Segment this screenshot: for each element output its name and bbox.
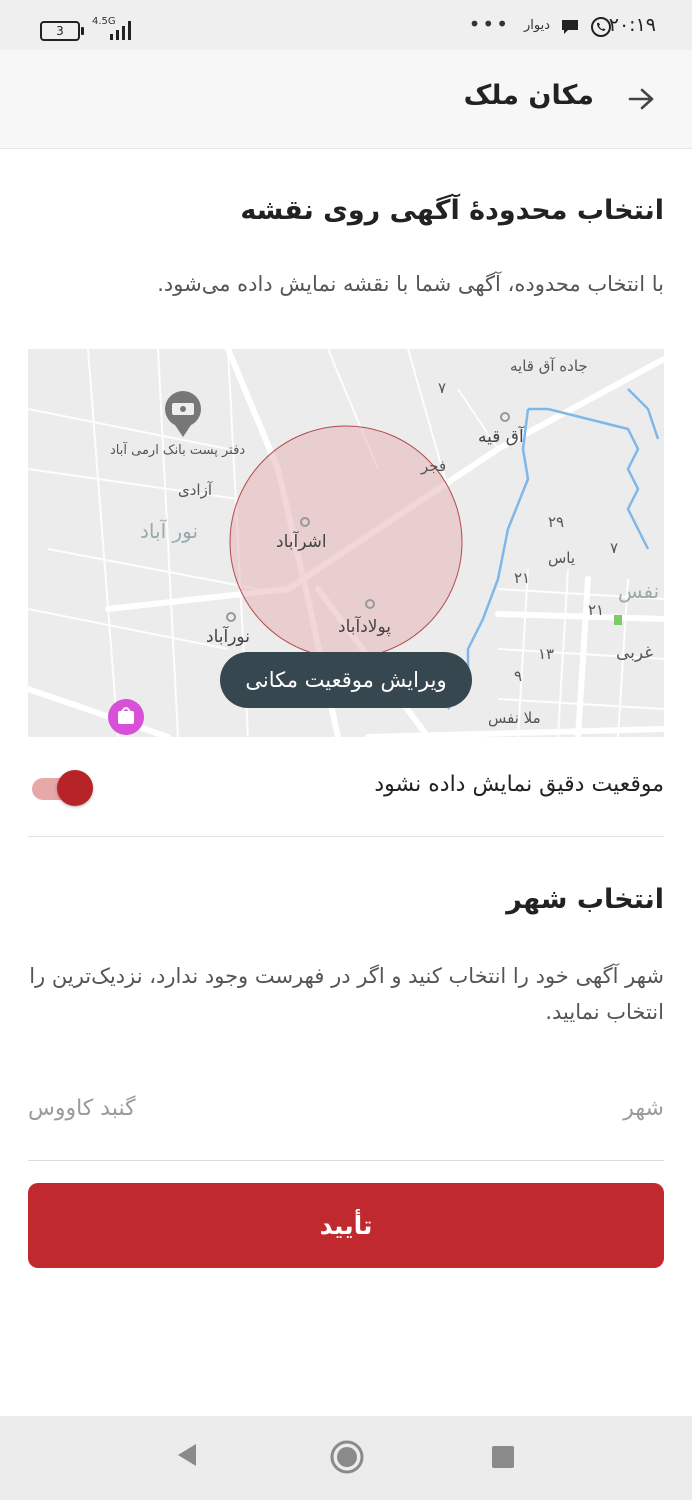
map-label-number: ۲۱ xyxy=(588,601,605,619)
edit-location-button[interactable]: ویرایش موقعیت مکانی xyxy=(220,652,472,708)
shopping-pin-icon xyxy=(108,699,144,735)
page-title: مکان ملک xyxy=(463,80,594,111)
map-label-aghghaye: آق قیه xyxy=(478,427,524,447)
back-arrow-icon[interactable] xyxy=(626,86,656,112)
more-notifications-icon: ••• xyxy=(468,12,510,36)
status-time: ۲۰:۱۹ xyxy=(608,14,656,36)
message-icon xyxy=(562,20,578,34)
map-label-number: ۱۳ xyxy=(538,645,555,663)
area-section-title: انتخاب محدودهٔ آگهی روی نقشه xyxy=(240,195,664,226)
city-section-title: انتخاب شهر xyxy=(506,884,664,915)
status-bar: ۲۰:۱۹ دیوار ••• 3 4.5G xyxy=(0,0,692,50)
map-label-nafas: نفس xyxy=(618,579,660,603)
app-bar: مکان ملک xyxy=(0,50,692,149)
signal-icon xyxy=(110,21,131,40)
hide-exact-location-label: موقعیت دقیق نمایش داده نشود xyxy=(374,772,664,797)
nav-home-icon[interactable] xyxy=(330,1440,364,1474)
city-select-field[interactable]: شهر گنبد کاووس xyxy=(28,1078,664,1161)
nav-back-icon[interactable] xyxy=(176,1442,198,1468)
city-field-value[interactable]: گنبد کاووس xyxy=(28,1096,136,1121)
map-label-yas: یاس xyxy=(548,549,576,567)
map-label-ashrafabad: اشرآباد xyxy=(276,532,327,552)
hide-exact-location-toggle[interactable] xyxy=(57,770,93,806)
map-label-azadi: آزادی xyxy=(178,481,212,499)
divar-notification: دیوار xyxy=(523,18,550,33)
map-label-bank: دفتر پست بانک ارمی آباد xyxy=(110,443,246,458)
map-label-number: ۷ xyxy=(610,539,619,557)
hide-exact-location-row[interactable]: موقعیت دقیق نمایش داده نشود xyxy=(28,752,664,837)
whatsapp-icon xyxy=(591,17,611,37)
city-field-label: شهر xyxy=(623,1096,664,1121)
map-label-poladabad: پولادآباد xyxy=(338,617,391,637)
city-section-description: شهر آگهی خود را انتخاب کنید و اگر در فهر… xyxy=(29,964,664,1024)
map-label-jade: جاده آق قایه xyxy=(510,357,588,375)
map-label-noorabad: نورآباد xyxy=(206,627,250,647)
confirm-button[interactable]: تأیید xyxy=(28,1183,664,1268)
area-section-description: با انتخاب محدوده، آگهی شما با نقشه نمایش… xyxy=(157,272,664,296)
map-view[interactable]: جاده آق قایه آق قیه فجر دفتر پست بانک ار… xyxy=(28,349,664,737)
map-label-fajr: فجر xyxy=(421,457,447,475)
map-label-number: ۲۹ xyxy=(548,513,565,531)
nav-recent-apps-icon[interactable] xyxy=(492,1446,514,1468)
map-label-number: ۲۱ xyxy=(514,569,531,587)
system-navigation-bar xyxy=(0,1416,692,1500)
map-label-number: ۹ xyxy=(514,667,523,685)
map-label-gharbi: غربی xyxy=(616,643,654,663)
battery-icon: 3 xyxy=(40,21,84,41)
map-label-mola-nafas: ملا نفس xyxy=(488,709,541,727)
map-label-number: ۷ xyxy=(438,379,447,397)
map-label-noorabad-big: نور آباد xyxy=(140,519,199,543)
